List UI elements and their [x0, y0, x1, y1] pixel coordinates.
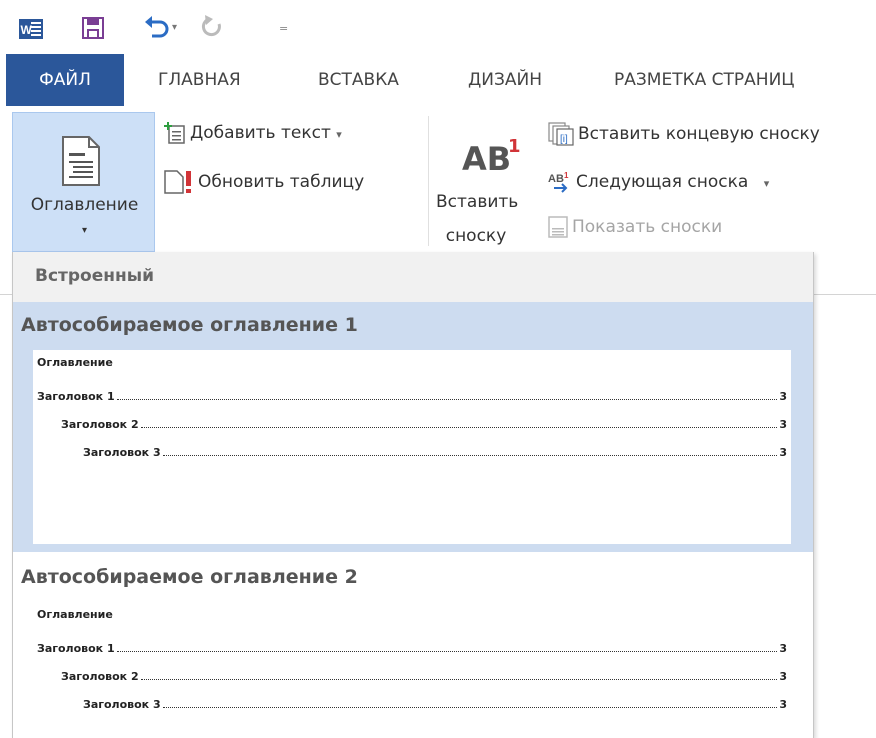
undo-icon[interactable]: [144, 14, 170, 40]
next-footnote-dropdown-icon: ▾: [763, 177, 770, 190]
toc-preview: Оглавление Заголовок 13 Заголовок 23 Заг…: [33, 602, 791, 738]
preview-entry: Заголовок 13: [37, 390, 787, 403]
insert-endnote-icon: [i]: [548, 122, 574, 146]
undo-dropdown-icon[interactable]: ▾: [172, 22, 177, 33]
toc-label: Оглавление: [30, 195, 139, 215]
gallery-item-auto-toc-2[interactable]: Автособираемое оглавление 2 Оглавление З…: [13, 552, 813, 738]
preview-entry: Заголовок 23: [61, 418, 787, 431]
next-footnote-button[interactable]: AB 1 Следующая сноска ▾: [548, 170, 769, 194]
insert-footnote-label-line2: сноску: [445, 226, 507, 246]
word-icon: W: [19, 19, 43, 39]
insert-endnote-label: Вставить концевую сноску: [578, 124, 820, 144]
add-text-label: Добавить текст: [190, 123, 331, 143]
update-table-icon: [164, 170, 191, 194]
update-table-label: Обновить таблицу: [198, 172, 365, 192]
gallery-header-label: Встроенный: [35, 266, 155, 286]
add-text-icon: [164, 122, 185, 144]
tab-design[interactable]: ДИЗАЙН: [468, 54, 542, 106]
preview-entry: Заголовок 23: [61, 670, 787, 683]
ribbon-group-separator: [428, 116, 429, 246]
redo-icon[interactable]: [199, 14, 225, 40]
show-notes-icon: [548, 216, 568, 238]
svg-text:AB: AB: [548, 173, 564, 185]
table-of-contents-icon: [62, 136, 100, 186]
tab-insert[interactable]: ВСТАВКА: [318, 54, 399, 106]
preview-title: Оглавление: [37, 356, 113, 369]
tab-home[interactable]: ГЛАВНАЯ: [158, 54, 241, 106]
insert-endnote-button[interactable]: [i] Вставить концевую сноску: [548, 122, 820, 146]
next-footnote-icon: AB 1: [548, 171, 569, 193]
gallery-item-title: Автособираемое оглавление 2: [21, 566, 358, 588]
svg-text:[i]: [i]: [560, 134, 568, 145]
gallery-item-auto-toc-1[interactable]: Автособираемое оглавление 1 Оглавление З…: [13, 302, 813, 552]
show-notes-label: Показать сноски: [572, 217, 723, 237]
gallery-section-header: Встроенный: [13, 252, 813, 302]
gallery-item-title: Автособираемое оглавление 1: [21, 314, 358, 336]
insert-footnote-button[interactable]: AB 1 Вставить сноску: [436, 134, 546, 254]
chevron-down-icon: ▾: [81, 225, 88, 236]
insert-footnote-label-line1: Вставить: [436, 192, 519, 212]
toc-button[interactable]: Оглавление ▾: [12, 112, 155, 252]
toc-preview: Оглавление Заголовок 13 Заголовок 23 Заг…: [33, 350, 791, 544]
next-footnote-label: Следующая сноска: [576, 172, 749, 192]
preview-title: Оглавление: [37, 608, 113, 621]
update-table-button[interactable]: Обновить таблицу: [164, 170, 364, 194]
ribbon-tabs: ФАЙЛ ГЛАВНАЯ ВСТАВКА ДИЗАЙН РАЗМЕТКА СТР…: [0, 54, 876, 106]
preview-entry: Заголовок 33: [83, 698, 787, 711]
customize-toolbar-icon[interactable]: =: [279, 22, 288, 35]
preview-entry: Заголовок 13: [37, 642, 787, 655]
quick-access-toolbar: W ▾ =: [0, 0, 876, 54]
preview-entry: Заголовок 33: [83, 446, 787, 459]
toc-gallery-dropdown: Встроенный Автособираемое оглавление 1 О…: [12, 252, 814, 738]
footnote-superscript: 1: [508, 136, 521, 157]
insert-footnote-icon: AB: [462, 140, 512, 178]
save-icon[interactable]: [82, 17, 104, 39]
tab-file[interactable]: ФАЙЛ: [6, 54, 124, 106]
word-logo-letter: W: [21, 23, 33, 37]
show-notes-button[interactable]: Показать сноски: [548, 216, 722, 238]
add-text-button[interactable]: Добавить текст ▾: [164, 122, 342, 144]
svg-text:1: 1: [564, 171, 569, 180]
add-text-dropdown-icon: ▾: [336, 128, 342, 141]
tab-page-layout[interactable]: РАЗМЕТКА СТРАНИЦ: [614, 54, 795, 106]
